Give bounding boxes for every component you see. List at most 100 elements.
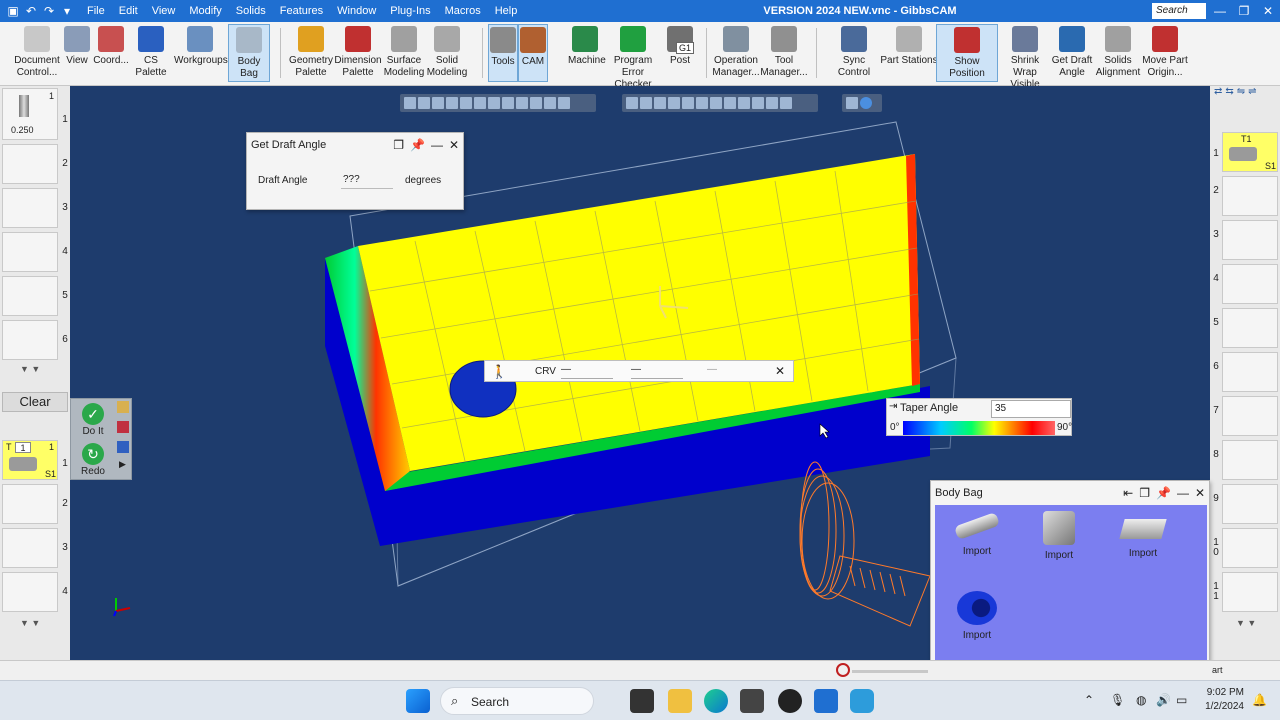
close-icon[interactable]: ✕: [775, 364, 785, 378]
body-bag-item[interactable]: Import: [1115, 509, 1171, 569]
part-stations-button[interactable]: Part Stations: [880, 24, 938, 82]
tool-slot[interactable]: [2, 320, 58, 360]
tool-manager-button[interactable]: Tool Manager...: [758, 24, 810, 82]
minimize-icon[interactable]: —: [1177, 481, 1189, 505]
taper-pin-icon[interactable]: ⇥: [889, 401, 897, 412]
menu-modify[interactable]: Modify: [182, 0, 228, 22]
sync-control-button[interactable]: Sync Control: [826, 24, 882, 82]
network-icon[interactable]: ◍: [1136, 693, 1146, 707]
clock-date[interactable]: 1/2/2024: [1200, 701, 1244, 712]
crv-field-2[interactable]: —: [631, 364, 683, 379]
tool-slot[interactable]: [2, 188, 58, 228]
machine-button[interactable]: Machine: [568, 24, 606, 82]
close-icon[interactable]: ✕: [449, 133, 459, 157]
solids-alignment-button[interactable]: Solids Alignment: [1094, 24, 1142, 82]
redo-icon[interactable]: ↷: [42, 4, 56, 18]
tile-t-value[interactable]: 1: [15, 442, 31, 453]
body-bag-button[interactable]: Body Bag: [228, 24, 270, 82]
chevron-up-icon[interactable]: ⌃: [1084, 693, 1094, 707]
app-icon[interactable]: [778, 689, 802, 713]
gibbscam-icon[interactable]: [850, 689, 874, 713]
right-tool-slot[interactable]: [1222, 220, 1278, 260]
panel-tool-icon-4[interactable]: ⇌: [1248, 86, 1256, 102]
scroll-down-icon-2[interactable]: ▼ ▼: [20, 618, 40, 628]
view-button[interactable]: View: [62, 24, 92, 82]
menu-window[interactable]: Window: [330, 0, 383, 22]
clear-button[interactable]: Clear: [2, 392, 68, 412]
dropdown-icon[interactable]: ▾: [60, 4, 74, 18]
tool-slot[interactable]: [2, 144, 58, 184]
task-view-icon[interactable]: [630, 689, 654, 713]
restore-button[interactable]: ❐: [1232, 0, 1256, 22]
tool-slot[interactable]: [2, 572, 58, 612]
tool-slot[interactable]: [2, 484, 58, 524]
scroll-down-icon-3[interactable]: ▼ ▼: [1236, 618, 1256, 628]
walker-icon[interactable]: 🚶: [491, 364, 507, 380]
body-bag-item[interactable]: Import: [1031, 509, 1087, 569]
file-explorer-icon[interactable]: [668, 689, 692, 713]
undo-icon[interactable]: ↶: [24, 4, 38, 18]
operation-manager-button[interactable]: Operation Manager...: [710, 24, 762, 82]
menu-help[interactable]: Help: [488, 0, 525, 22]
minimize-button[interactable]: —: [1208, 0, 1232, 22]
notification-bell-icon[interactable]: 🔔: [1252, 693, 1267, 707]
right-tool-slot[interactable]: [1222, 352, 1278, 392]
help-icon[interactable]: ?: [1184, 0, 1208, 22]
document-control-button[interactable]: Document Control...: [8, 24, 66, 82]
expand-arrow-icon[interactable]: ▶: [119, 459, 126, 470]
tool-slot[interactable]: [2, 276, 58, 316]
shrink-wrap-visible-button[interactable]: Shrink Wrap Visible: [998, 24, 1052, 90]
menu-solids[interactable]: Solids: [229, 0, 273, 22]
panel-tool-icon-2[interactable]: ⇆: [1225, 86, 1233, 102]
right-tool-slot[interactable]: [1222, 572, 1278, 612]
right-tool-slot[interactable]: [1222, 396, 1278, 436]
menu-edit[interactable]: Edit: [112, 0, 145, 22]
taskbar-search[interactable]: ⌕ Search: [440, 687, 594, 715]
right-tool-slot[interactable]: [1222, 440, 1278, 480]
menu-macros[interactable]: Macros: [438, 0, 488, 22]
dimension-palette-button[interactable]: Dimension Palette: [334, 24, 382, 82]
right-tile-s1[interactable]: T1 S1: [1222, 132, 1278, 172]
right-tool-slot[interactable]: [1222, 308, 1278, 348]
crv-field-3[interactable]: —: [707, 364, 759, 379]
right-tool-slot[interactable]: [1222, 484, 1278, 524]
cs-palette-button[interactable]: CS Palette: [128, 24, 174, 82]
right-tool-slot[interactable]: [1222, 176, 1278, 216]
workgroups-button[interactable]: Workgroups: [174, 24, 228, 82]
scroll-down-icon[interactable]: ▼ ▼: [20, 364, 40, 374]
pin-icon[interactable]: 📌: [410, 133, 425, 157]
close-icon[interactable]: ✕: [1195, 481, 1205, 505]
taper-angle-input[interactable]: 35: [991, 400, 1071, 418]
tool-slot-1[interactable]: 1 0.250: [2, 88, 58, 140]
restore-icon[interactable]: ❐: [393, 133, 404, 157]
geometry-palette-button[interactable]: Geometry Palette: [288, 24, 334, 82]
dock-icon[interactable]: ⇤: [1123, 481, 1133, 505]
solid-modeling-button[interactable]: Solid Modeling: [424, 24, 470, 82]
calculator-icon[interactable]: [740, 689, 764, 713]
tool-slot[interactable]: [2, 528, 58, 568]
crv-field-1[interactable]: —: [561, 364, 613, 379]
get-draft-angle-button[interactable]: Get Draft Angle: [1050, 24, 1094, 82]
redo-button[interactable]: ↻ Redo: [73, 441, 113, 477]
start-icon[interactable]: [406, 689, 430, 713]
close-button[interactable]: ✕: [1256, 0, 1280, 22]
restore-icon[interactable]: ❐: [1139, 481, 1150, 505]
pin-icon[interactable]: 📌: [1156, 481, 1171, 505]
surface-modeling-button[interactable]: Surface Modeling: [382, 24, 426, 82]
show-position-button[interactable]: Show Position: [936, 24, 998, 82]
panel-tool-icon-1[interactable]: ⇄: [1214, 86, 1222, 102]
battery-icon[interactable]: ▭: [1176, 693, 1187, 707]
cam-button[interactable]: CAM: [518, 24, 548, 82]
panel-tool-icon-3[interactable]: ⇋: [1237, 86, 1245, 102]
folder-icon[interactable]: [117, 401, 129, 413]
body-bag-item[interactable]: Import: [949, 509, 1005, 569]
tool-icon[interactable]: [117, 441, 129, 453]
app-icon-2[interactable]: [814, 689, 838, 713]
program-error-checker-button[interactable]: Program Error Checker: [602, 24, 664, 90]
body-bag-item[interactable]: Import: [949, 589, 1005, 649]
coord-button[interactable]: Coord...: [92, 24, 130, 82]
volume-icon[interactable]: 🔊: [1156, 693, 1171, 707]
move-part-origin-button[interactable]: Move Part Origin...: [1140, 24, 1190, 82]
right-panel-toolbar[interactable]: ⇄ ⇆ ⇋ ⇌: [1212, 86, 1278, 102]
microphone-icon[interactable]: 🎙: [1110, 693, 1125, 707]
